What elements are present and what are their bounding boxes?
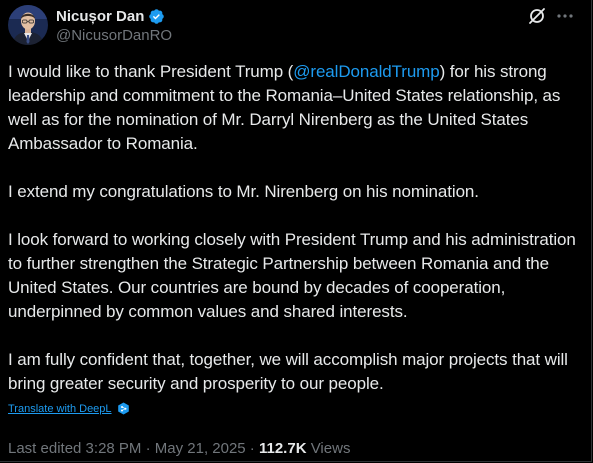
author-display-name[interactable]: Nicușor Dan [56, 8, 144, 25]
author-name-row[interactable]: Nicușor Dan [56, 6, 165, 26]
post-paragraph-3: I look forward to working closely with P… [8, 230, 576, 321]
views-count: 112.7K [258, 440, 307, 457]
views-label: Views [306, 440, 351, 457]
edited-timestamp[interactable]: Last edited 3:28 PM · May 21, 2025 · [8, 440, 259, 457]
more-icon[interactable] [555, 6, 575, 26]
post-text: I would like to thank President Trump (@… [8, 60, 584, 396]
grok-icon[interactable] [527, 6, 547, 26]
translate-link[interactable]: Translate with DeepL [8, 403, 112, 415]
post-meta: Last edited 3:28 PM · May 21, 2025 · 112… [8, 440, 350, 457]
verified-badge-icon [148, 8, 165, 25]
translate-row: Translate with DeepL [8, 402, 130, 415]
author-handle[interactable]: @NicusorDanRO [56, 27, 172, 44]
post-paragraph-2: I extend my congratulations to Mr. Niren… [8, 182, 479, 201]
post-paragraph-1-start: I would like to thank President Trump ( [8, 62, 294, 81]
mention-link[interactable]: @realDonaldTrump [293, 62, 439, 81]
post-paragraph-4: I am fully confident that, together, we … [8, 350, 568, 393]
avatar[interactable] [8, 5, 48, 45]
post-container: Nicușor Dan @NicusorDanRO I would like t… [0, 0, 592, 462]
deepl-icon [117, 402, 130, 415]
post-paragraph-1: I would like to thank President Trump (@… [8, 60, 584, 156]
